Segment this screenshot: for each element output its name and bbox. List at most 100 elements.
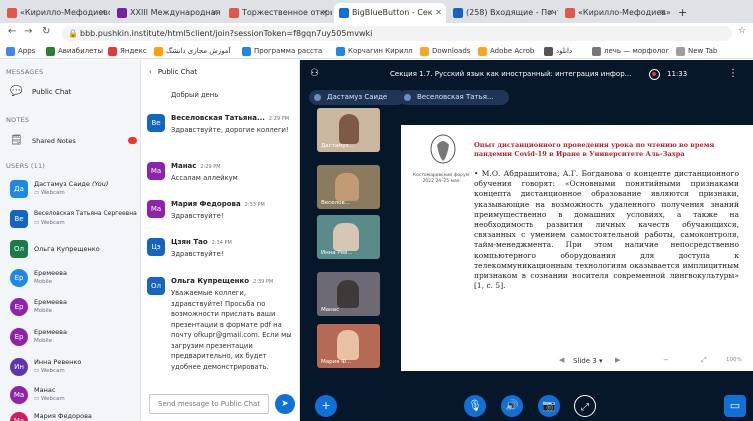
close-icon[interactable]: ✕ <box>211 3 218 23</box>
actions-button[interactable]: + <box>315 395 337 417</box>
chat-scroll[interactable]: Добрый день Ве Веселовская Татьяна... 2:2… <box>141 82 300 388</box>
camera-icon: 📷 <box>542 399 556 412</box>
webcam-tile[interactable]: Манас <box>317 272 380 316</box>
tab-2[interactable]: Торжественное откры ✕ <box>224 3 332 23</box>
next-slide-button[interactable]: ▶ <box>615 356 620 364</box>
avatar: Ма <box>147 200 165 218</box>
star-icon[interactable]: ☆ <box>738 26 746 36</box>
sender-name: Цзян Тао 2:34 PM <box>171 238 232 246</box>
close-icon[interactable]: ✕ <box>99 3 106 23</box>
recording-icon[interactable] <box>649 69 660 80</box>
person-silhouette <box>337 280 359 308</box>
webcam-tile[interactable]: Веселов... <box>317 165 380 209</box>
zoom-out-button[interactable]: − <box>663 356 669 364</box>
bookmark-8[interactable]: دانلود <box>544 44 572 58</box>
url-text: bbb.pushkin.institute/html5client/join?s… <box>80 29 373 38</box>
sender-name-text: Мария Федорова <box>171 200 241 208</box>
chat-title: Public Chat <box>157 68 198 76</box>
tab-favicon <box>339 8 349 18</box>
reload-icon[interactable]: ↻ <box>42 26 50 37</box>
bookmark-favicon <box>336 47 345 56</box>
avatar: Ма <box>10 386 28 404</box>
user-row[interactable]: Ма Манас ▭ Webcam <box>8 384 136 408</box>
presentation-icon: ▭ <box>729 399 741 412</box>
previous-slide-button[interactable]: ◀ <box>559 356 564 364</box>
presentation-toggle-button[interactable]: ▭ <box>724 395 746 417</box>
tab-title: Торжественное откры <box>242 8 332 17</box>
chat-header[interactable]: ‹ Public Chat <box>149 68 197 76</box>
fit-button[interactable]: ⤢ <box>701 356 707 365</box>
bookmark-apps[interactable]: Apps <box>6 44 35 58</box>
screen-share-icon: ⤢ <box>581 402 589 413</box>
tab-0[interactable]: «Кирилло-Мефодиевски»✕ <box>2 3 110 23</box>
user-row[interactable]: Ма Мария Федорова <box>8 410 136 421</box>
folder-icon <box>478 47 487 56</box>
webcam-tile[interactable]: Дастамуз... <box>317 108 380 152</box>
sender-name: Веселовская Татьяна... 2:29 PM <box>171 114 289 122</box>
webcam-tile[interactable]: Мария Ф... <box>317 324 380 368</box>
audio-button[interactable]: 🔊 <box>501 395 523 417</box>
message-time: 2:33 PM <box>244 202 265 208</box>
folder-icon <box>420 47 429 56</box>
tab-title: (258) Входящие - Почт <box>466 8 558 17</box>
bookmark-label: Авиабилеты <box>58 47 104 55</box>
avatar: Ер <box>10 269 28 287</box>
bookmark-adobe[interactable]: Adobe Acrob <box>478 44 534 58</box>
user-row[interactable]: Ол Ольга Купрещенко <box>8 238 136 262</box>
shared-notes-label: Shared Notes <box>32 137 76 145</box>
message-time: 2:34 PM <box>211 240 232 246</box>
more-options-icon[interactable]: ⋮ <box>728 68 738 79</box>
talker-name: Дастамуз Саиде <box>327 93 388 101</box>
user-row[interactable]: Да Дастамуз Саиде (You) ▭ Webcam <box>8 178 136 202</box>
user-row[interactable]: Ин Инна Ревенко ▭ Webcam <box>8 356 136 380</box>
close-icon[interactable]: ✕ <box>435 3 442 23</box>
close-icon[interactable]: ✕ <box>659 3 666 23</box>
user-row[interactable]: Ве Веселовская Татьяна Сергеевна ▭ Webcam <box>8 208 137 232</box>
webcam-button[interactable]: 📷 <box>538 395 560 417</box>
new-tab-button[interactable]: + <box>672 3 692 23</box>
avatar: Ве <box>147 114 165 132</box>
forward-arrow-icon[interactable]: → <box>24 26 32 37</box>
talker-name: Веселовская Татья... <box>417 93 494 101</box>
meeting-title: Секция 1.7. Русский язык как иностранный… <box>390 70 632 78</box>
meeting-clock: 11:33 <box>667 70 688 78</box>
bookmark-label: лечь — морфолог <box>604 47 670 55</box>
tab-3-active[interactable]: BigBlueButton - Сек ✕ <box>334 3 446 23</box>
back-arrow-icon[interactable]: ← <box>8 26 16 37</box>
chat-message-input[interactable]: Send message to Public Chat <box>149 394 269 414</box>
slide-selector[interactable]: Slide 3 ▾ <box>573 355 613 367</box>
url-input[interactable]: 🔒 bbb.pushkin.institute/html5client/join… <box>62 26 732 41</box>
bookmark-yandex[interactable]: Яндекс <box>108 44 147 58</box>
bookmark-9[interactable]: лечь — морфолог <box>592 44 669 58</box>
screenshare-button[interactable]: ⤢ <box>574 395 596 417</box>
user-name: Еремеева <box>34 328 67 336</box>
mute-button[interactable]: 🎙 <box>464 395 486 417</box>
bookmark-3[interactable]: آموزش مجازی دانشگ <box>154 44 230 58</box>
user-row[interactable]: Ер Еремеева Mobile <box>8 296 136 320</box>
user-list-toggle-icon[interactable]: ⚇ <box>310 68 319 79</box>
bookmark-newtab[interactable]: New Tab <box>676 44 717 58</box>
message-text: Уважаемые коллеги, здравствуйте! Просьба… <box>171 289 292 371</box>
bookmark-downloads[interactable]: Downloads <box>420 44 470 58</box>
close-icon[interactable]: ✕ <box>547 3 554 23</box>
tab-1[interactable]: XXIII Международная н ✕ <box>112 3 222 23</box>
user-row[interactable]: Ер Еремеева Mobile <box>8 326 136 350</box>
tab-5[interactable]: «Кирилло-Мефодиев» ✕ <box>560 3 670 23</box>
user-name: Инна Ревенко <box>34 358 82 366</box>
tab-4[interactable]: (258) Входящие - Почт ✕ <box>448 3 558 23</box>
user-row[interactable]: Ер Еремеева Mobile <box>8 267 136 291</box>
send-button[interactable]: ➤ <box>275 394 295 414</box>
webcam-tile[interactable]: Инна Рев... <box>317 215 380 259</box>
chat-icon: 💬 <box>10 86 23 97</box>
bookmark-4[interactable]: Программа расста <box>242 44 322 58</box>
bookmark-avia[interactable]: Авиабилеты <box>46 44 103 58</box>
forum-caption: Костомаровский форум 2022 24–25 мая <box>412 173 470 184</box>
webcam-name: Дастамуз... <box>321 143 354 149</box>
bookmark-favicon <box>46 47 55 56</box>
plus-icon: + <box>321 399 331 412</box>
close-icon[interactable]: ✕ <box>321 3 328 23</box>
mic-icon <box>314 94 321 101</box>
slide-controls: ◀ Slide 3 ▾ ▶ 100% − ⤢ <box>401 351 753 371</box>
bookmark-5[interactable]: Корчагин Кирилл <box>336 44 413 58</box>
message-text: Ассалам аллейкум <box>171 174 238 182</box>
